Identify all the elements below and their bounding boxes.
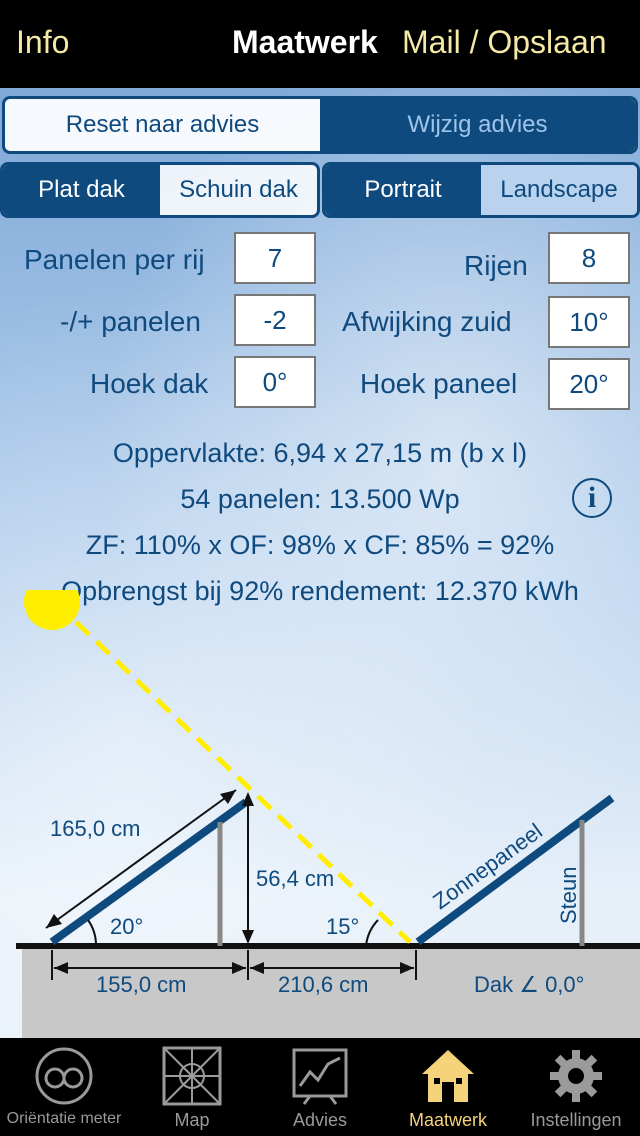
landscape-option[interactable]: Landscape: [481, 165, 637, 215]
orientation-segmented-control: Portrait Landscape: [322, 162, 640, 218]
info-button[interactable]: Info: [16, 24, 69, 61]
tab-label: Map: [174, 1110, 210, 1130]
sun-ray-line: [74, 620, 412, 944]
sun-angle-value: 15°: [326, 914, 359, 939]
tab-label: Oriëntatie meter: [6, 1110, 122, 1127]
panel-label: Zonnepaneel: [428, 818, 547, 914]
rows-label: Rijen: [464, 250, 528, 281]
map-icon: [162, 1046, 222, 1106]
tab-orientation-meter[interactable]: Oriëntatie meter: [0, 1038, 128, 1136]
panel-angle-arc: [87, 919, 98, 947]
sun-angle-arc: [365, 919, 379, 947]
area-text: Oppervlakte: 6,94 x 27,15 m (b x l): [112, 438, 528, 468]
info-icon[interactable]: i: [572, 478, 612, 518]
tab-custom[interactable]: Maatwerk: [384, 1038, 512, 1136]
plus-minus-panels-label: -/+ panelen: [60, 306, 201, 337]
slanted-roof-option[interactable]: Schuin dak: [160, 165, 317, 215]
panel-angle-label: Hoek paneel: [360, 368, 518, 399]
change-advice-button[interactable]: Wijzig advies: [320, 99, 635, 151]
tab-map[interactable]: Map: [128, 1038, 256, 1136]
orientation-meter-icon: [35, 1047, 93, 1105]
roof-type-segmented-control: Plat dak Schuin dak: [0, 162, 320, 218]
reset-advice-button[interactable]: Reset naar advies: [5, 99, 320, 151]
panel-angle-field[interactable]: 20°: [548, 358, 630, 410]
tab-label: Advies: [292, 1110, 348, 1130]
panels-power-text: 54 panelen: 13.500 Wp: [180, 484, 460, 514]
tab-label: Maatwerk: [408, 1110, 488, 1130]
tab-label: Instellingen: [530, 1110, 622, 1130]
spacing-label: 210,6 cm: [278, 972, 369, 997]
arrow-head: [242, 930, 254, 944]
tab-advice[interactable]: Advies: [256, 1038, 384, 1136]
advice-chart-icon: [292, 1048, 348, 1105]
panels-per-row-label: Panelen per rij: [24, 244, 205, 275]
deviation-south-label: Afwijking zuid: [342, 306, 512, 337]
support-label: Steun: [556, 867, 581, 925]
flat-roof-option[interactable]: Plat dak: [3, 165, 160, 215]
mail-save-button[interactable]: Mail / Opslaan: [402, 24, 607, 61]
sun-icon: [24, 590, 80, 630]
portrait-option[interactable]: Portrait: [325, 165, 481, 215]
factors-text: ZF: 110% x OF: 98% x CF: 85% = 92%: [85, 530, 555, 560]
base-width-label: 155,0 cm: [96, 972, 187, 997]
roof-angle-field[interactable]: 0°: [234, 356, 316, 408]
height-label: 56,4 cm: [256, 866, 334, 891]
tab-settings[interactable]: Instellingen: [512, 1038, 640, 1136]
tab-bar: Oriëntatie meter Map Advies Maatwerk Ins…: [0, 1038, 640, 1136]
house-icon: [422, 1050, 474, 1102]
advice-segmented-control: Reset naar advies Wijzig advies: [2, 96, 638, 154]
roof-angle-label: Hoek dak: [90, 368, 209, 399]
deviation-south-field[interactable]: 10°: [548, 296, 630, 348]
panel-length-label: 165,0 cm: [50, 816, 141, 841]
arrow-head: [220, 790, 236, 804]
panel-angle-value: 20°: [110, 914, 143, 939]
arrow-head: [46, 914, 62, 928]
navigation-bar: Info Maatwerk Mail / Opslaan: [0, 0, 640, 88]
gear-icon: [550, 1050, 602, 1102]
roof-angle-diagram-label: Dak ∠ 0,0°: [474, 972, 584, 997]
page-title: Maatwerk: [232, 24, 378, 60]
panel-spacing-diagram: 165,0 cm 56,4 cm 20° 15° 155,0 cm 210,6 …: [16, 590, 640, 1038]
panels-per-row-field[interactable]: 7: [234, 232, 316, 284]
panel-length-arrow: [45, 789, 237, 929]
plus-minus-panels-field[interactable]: -2: [234, 294, 316, 346]
rows-field[interactable]: 8: [548, 232, 630, 284]
